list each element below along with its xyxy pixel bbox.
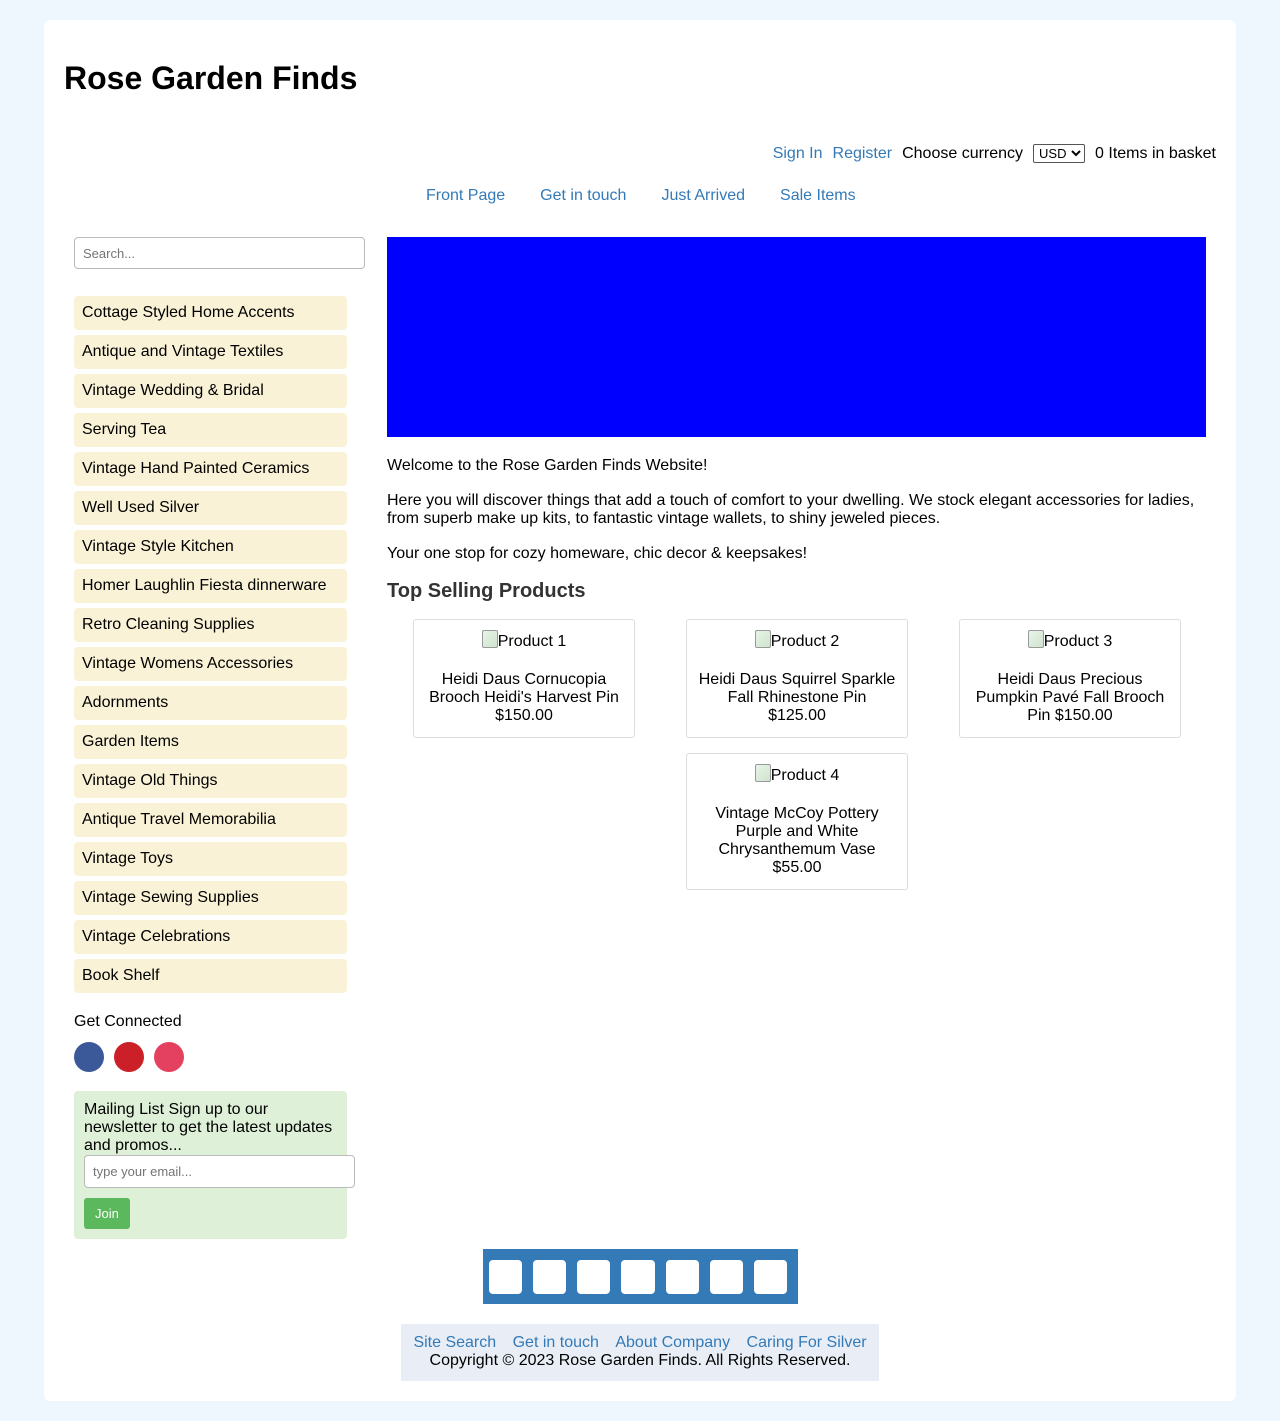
- product-price: $150.00: [1054, 707, 1113, 724]
- intro-text: Here you will discover things that add a…: [387, 492, 1195, 527]
- join-button[interactable]: Join: [84, 1198, 130, 1229]
- category-item[interactable]: Well Used Silver: [74, 491, 347, 525]
- product-price: $125.00: [768, 707, 826, 724]
- tagline-text: Your one stop for cozy homeware, chic de…: [387, 545, 808, 562]
- category-item[interactable]: Vintage Toys: [74, 842, 347, 876]
- category-item[interactable]: Homer Laughlin Fiesta dinnerware: [74, 569, 347, 603]
- hero-banner: [387, 237, 1206, 437]
- get-connected-heading: Get Connected: [74, 1013, 182, 1030]
- main-nav: Front Page Get in touch Just Arrived Sal…: [426, 187, 891, 205]
- footer-link-about-company[interactable]: About Company: [615, 1334, 730, 1351]
- facebook-icon[interactable]: [74, 1042, 104, 1072]
- product-image[interactable]: Product 2: [697, 630, 897, 651]
- nav-sale-items[interactable]: Sale Items: [780, 187, 856, 205]
- payment-card-icon: [489, 1259, 523, 1294]
- category-item[interactable]: Antique and Vintage Textiles: [74, 335, 347, 369]
- payment-card-icon: [709, 1259, 743, 1294]
- category-item[interactable]: Vintage Old Things: [74, 764, 347, 798]
- nav-get-in-touch[interactable]: Get in touch: [540, 187, 626, 205]
- sign-in-link[interactable]: Sign In: [773, 145, 823, 163]
- category-item[interactable]: Cottage Styled Home Accents: [74, 296, 347, 330]
- category-item[interactable]: Antique Travel Memorabilia: [74, 803, 347, 837]
- payment-card-icon: [577, 1259, 611, 1294]
- category-item[interactable]: Garden Items: [74, 725, 347, 759]
- footer-link-site-search[interactable]: Site Search: [413, 1334, 496, 1351]
- social-links: [74, 1042, 365, 1072]
- footer-links: Site Search Get in touch About Company C…: [401, 1334, 879, 1352]
- category-item[interactable]: Book Shelf: [74, 959, 347, 993]
- main-content: Welcome to the Rose Garden Finds Website…: [387, 237, 1206, 890]
- basket-status[interactable]: 0 Items in basket: [1095, 145, 1216, 163]
- payment-methods: [483, 1249, 798, 1304]
- category-item[interactable]: Serving Tea: [74, 413, 347, 447]
- mailing-list-box: Mailing List Sign up to our newsletter t…: [74, 1091, 355, 1239]
- category-item[interactable]: Vintage Womens Accessories: [74, 647, 347, 681]
- category-item[interactable]: Vintage Celebrations: [74, 920, 347, 954]
- product-image[interactable]: Product 1: [424, 630, 624, 651]
- payment-card-icon: [665, 1259, 699, 1294]
- category-item[interactable]: Vintage Hand Painted Ceramics: [74, 452, 347, 486]
- product-name[interactable]: Heidi Daus Squirrel Sparkle Fall Rhinest…: [699, 671, 896, 706]
- category-item[interactable]: Vintage Sewing Supplies: [74, 881, 347, 915]
- payment-card-icon: [621, 1259, 655, 1294]
- product-image[interactable]: Product 3: [970, 630, 1170, 651]
- nav-just-arrived[interactable]: Just Arrived: [661, 187, 745, 205]
- product-card[interactable]: Product 2 Heidi Daus Squirrel Sparkle Fa…: [686, 619, 908, 738]
- currency-label: Choose currency: [902, 144, 1024, 162]
- product-name[interactable]: Heidi Daus Cornucopia Brooch Heidi's Har…: [429, 671, 619, 706]
- category-list: Cottage Styled Home Accents Antique and …: [74, 296, 365, 993]
- product-price: $55.00: [772, 859, 822, 876]
- nav-front-page[interactable]: Front Page: [426, 187, 505, 205]
- currency-select[interactable]: USD: [1033, 144, 1086, 163]
- product-card[interactable]: Product 1 Heidi Daus Cornucopia Brooch H…: [413, 619, 635, 738]
- product-card[interactable]: Product 3 Heidi Daus Precious Pumpkin Pa…: [959, 619, 1181, 738]
- mailing-list-text: Mailing List Sign up to our newsletter t…: [84, 1101, 333, 1154]
- copyright-text: Copyright © 2023 Rose Garden Finds. All …: [429, 1352, 851, 1369]
- footer-link-caring-for-silver[interactable]: Caring For Silver: [747, 1334, 867, 1351]
- sidebar: Cottage Styled Home Accents Antique and …: [74, 237, 365, 1239]
- site-title: Rose Garden Finds: [64, 60, 358, 96]
- email-field[interactable]: [84, 1155, 355, 1188]
- product-card[interactable]: Product 4 Vintage McCoy Pottery Purple a…: [686, 753, 908, 890]
- payment-card-icon: [533, 1259, 567, 1294]
- search-input[interactable]: [74, 237, 365, 269]
- category-item[interactable]: Adornments: [74, 686, 347, 720]
- welcome-text: Welcome to the Rose Garden Finds Website…: [387, 457, 708, 474]
- footer-link-get-in-touch[interactable]: Get in touch: [513, 1334, 599, 1351]
- page-container: Rose Garden Finds Sign In Register Choos…: [44, 20, 1236, 1401]
- instagram-icon[interactable]: [154, 1042, 184, 1072]
- product-name[interactable]: Vintage McCoy Pottery Purple and White C…: [715, 805, 878, 858]
- account-bar: Sign In Register Choose currency USD 0 I…: [773, 144, 1216, 163]
- register-link[interactable]: Register: [833, 145, 893, 163]
- footer: Site Search Get in touch About Company C…: [401, 1324, 879, 1381]
- category-item[interactable]: Vintage Wedding & Bridal: [74, 374, 347, 408]
- category-item[interactable]: Vintage Style Kitchen: [74, 530, 347, 564]
- top-selling-heading: Top Selling Products: [387, 580, 586, 602]
- product-image[interactable]: Product 4: [697, 764, 897, 785]
- pinterest-icon[interactable]: [114, 1042, 144, 1072]
- category-item[interactable]: Retro Cleaning Supplies: [74, 608, 347, 642]
- payment-card-icon: [753, 1259, 787, 1294]
- product-price: $150.00: [495, 707, 553, 724]
